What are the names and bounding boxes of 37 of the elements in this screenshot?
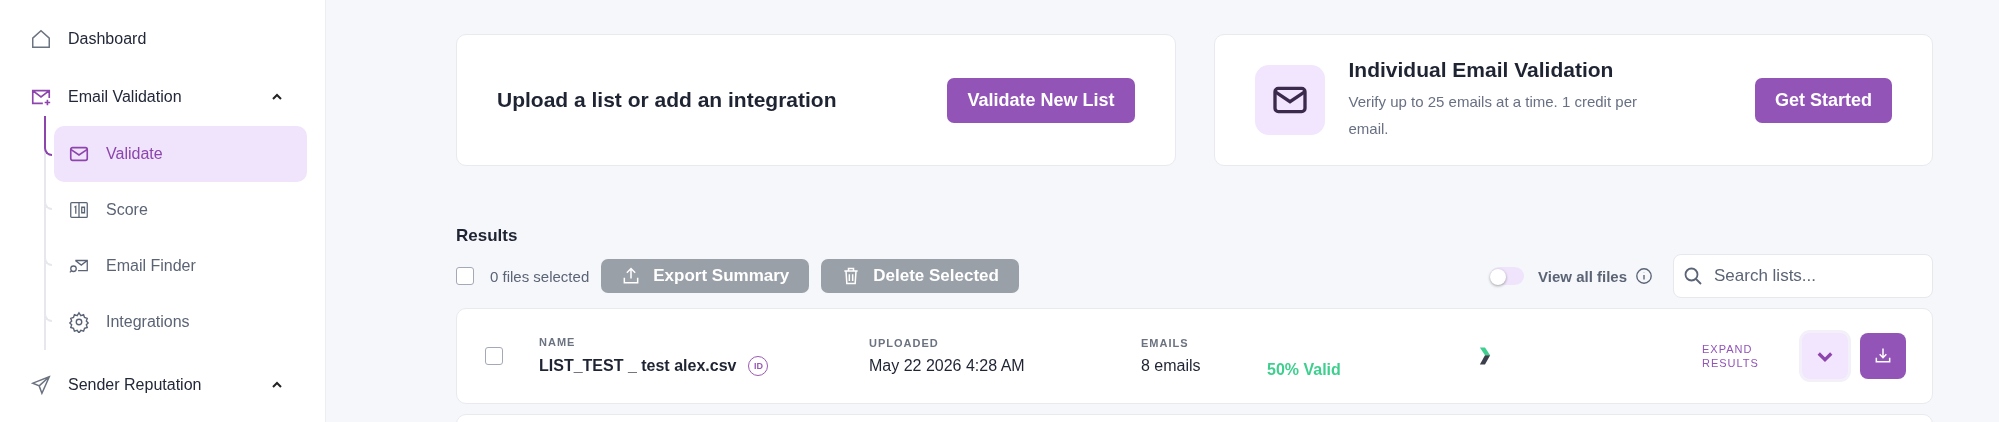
score-icon <box>68 199 90 221</box>
sidebar-subitem[interactable]: Validate <box>54 126 307 182</box>
sidebar-subitem[interactable]: Email Finder <box>54 238 307 294</box>
tree-connector <box>44 116 52 156</box>
search-icon <box>1683 266 1703 286</box>
column-label: EMAILS <box>1141 337 1190 349</box>
info-icon <box>1635 267 1653 285</box>
sidebar-item[interactable]: Sender Reputation <box>30 366 307 404</box>
sidebar-subitem[interactable]: Score <box>54 182 307 238</box>
checkbox[interactable] <box>485 347 503 365</box>
selection-count: 0 files selected <box>490 267 590 285</box>
gear-icon <box>68 311 90 333</box>
expand-results-label: EXPAND RESULTS <box>1702 342 1760 370</box>
chevron-logo-icon <box>1479 346 1491 366</box>
expand-button[interactable] <box>1802 333 1848 379</box>
card-description: Verify up to 25 emails at a time. 1 credit per email. <box>1348 92 1638 139</box>
validate-new-list-button[interactable]: Validate New List <box>947 77 1135 123</box>
card-heading: Individual Email Validation <box>1348 58 1615 82</box>
toggle-switch[interactable] <box>1490 267 1525 285</box>
card-heading: Upload a list or add an integration <box>497 88 837 112</box>
upload-date: May 22 2026 4:28 AM <box>869 357 1026 375</box>
column-label: NAME <box>539 336 577 348</box>
get-started-button[interactable]: Get Started <box>1754 77 1892 123</box>
sidebar-item[interactable]: Dashboard <box>30 20 307 58</box>
toggle-label: View all files <box>1538 267 1627 285</box>
valid-percentage: 50% Valid <box>1267 361 1342 379</box>
sidebar-subitem[interactable]: Integrations <box>54 294 307 350</box>
email-count: 8 emails <box>1141 357 1202 375</box>
checkbox[interactable] <box>456 267 474 285</box>
download-icon <box>1873 346 1893 366</box>
download-button[interactable] <box>1860 333 1906 379</box>
envelope-icon <box>1254 65 1325 135</box>
search-field[interactable]: Search lists... <box>1673 254 1933 298</box>
column-label: UPLOADED <box>869 337 940 349</box>
sidebar-item[interactable]: Email Validation <box>30 78 307 116</box>
file-name: LIST_TEST _ test alex.csv <box>539 357 737 375</box>
section-title: Results <box>456 226 519 246</box>
